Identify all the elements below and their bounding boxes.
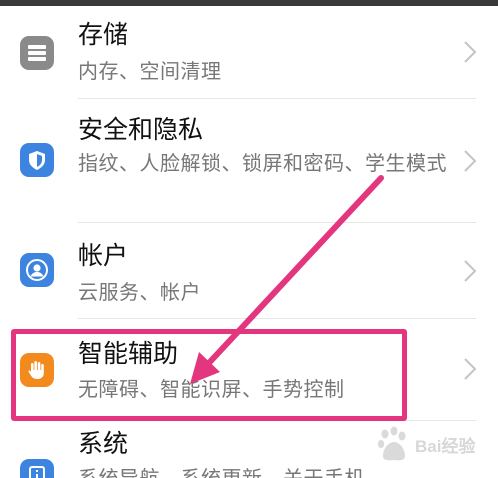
settings-item-storage[interactable]: 存储 内存、空间清理 <box>0 6 498 98</box>
settings-item-smart-assist[interactable]: 智能辅助 无障碍、智能识屏、手势控制 <box>0 319 498 419</box>
settings-item-title: 安全和隐私 <box>78 115 204 144</box>
settings-item-subtitle: 无障碍、智能识屏、手势控制 <box>78 377 345 401</box>
settings-item-system[interactable]: 系统 系统导航、系统更新、关于手机 <box>0 421 498 478</box>
settings-item-subtitle: 内存、空间清理 <box>78 59 222 83</box>
storage-icon <box>20 36 54 70</box>
settings-item-subtitle: 云服务、帐户 <box>78 280 201 304</box>
settings-item-title: 智能辅助 <box>78 339 179 368</box>
settings-item-title: 帐户 <box>78 241 129 270</box>
settings-item-title: 系统 <box>78 429 129 458</box>
system-info-icon <box>20 459 54 478</box>
shield-icon <box>20 143 54 177</box>
chevron-right-icon <box>464 150 477 172</box>
settings-item-account[interactable]: 帐户 云服务、帐户 <box>0 223 498 317</box>
chevron-right-icon <box>464 41 477 63</box>
account-icon <box>20 253 54 287</box>
settings-item-security-privacy[interactable]: 安全和隐私 指纹、人脸解锁、锁屏和密码、学生模式 <box>0 99 498 221</box>
settings-item-subtitle: 系统导航、系统更新、关于手机 <box>78 466 365 478</box>
chevron-right-icon <box>464 260 477 282</box>
chevron-right-icon <box>464 358 477 380</box>
hand-icon <box>20 353 54 387</box>
settings-item-title: 存储 <box>78 20 129 49</box>
settings-item-subtitle: 指纹、人脸解锁、锁屏和密码、学生模式 <box>78 151 447 175</box>
